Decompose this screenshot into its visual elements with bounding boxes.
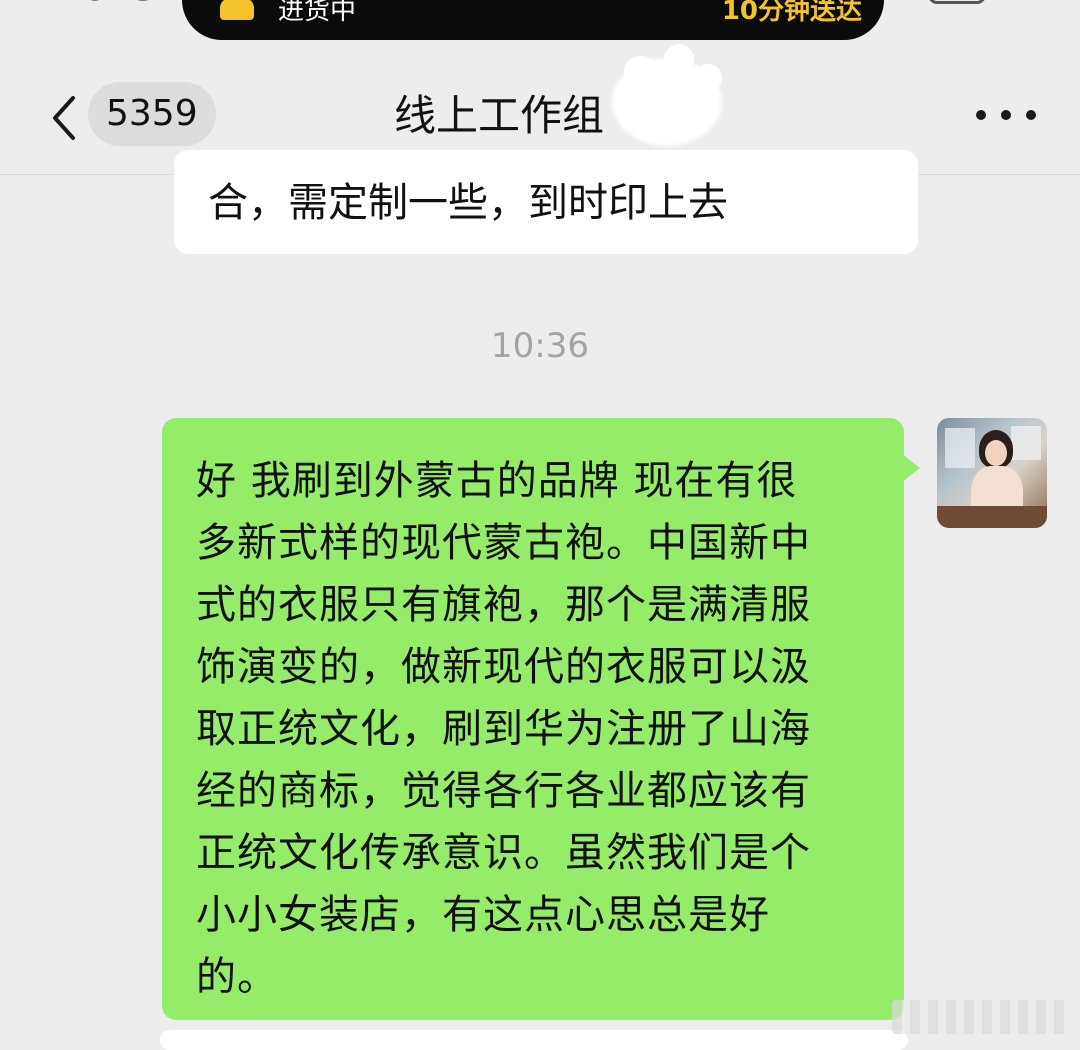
- message-line: 取正统文化，刷到华为注册了山海: [196, 706, 811, 752]
- incoming-message-bubble[interactable]: 合，需定制一些，到时印上去: [174, 150, 918, 254]
- avatar-detail: [985, 440, 1007, 466]
- more-dot: [1026, 110, 1036, 120]
- unread-count-badge[interactable]: 5359: [88, 82, 216, 146]
- back-button[interactable]: [38, 88, 90, 148]
- chat-title-text: 线上工作组: [394, 91, 605, 140]
- avatar-detail: [945, 428, 975, 468]
- message-line: 式的衣服只有旗袍，那个是满清服: [196, 582, 811, 628]
- live-activity-eta: 10分钟送达: [721, 0, 862, 26]
- message-line: 小小女装店，有这点心思总是好: [196, 892, 770, 938]
- battery-icon: [928, 0, 986, 4]
- message-line: 的。: [196, 954, 278, 1000]
- more-dot: [1001, 110, 1011, 120]
- message-line: 饰演变的，做新现代的衣服可以汲: [196, 644, 811, 690]
- redaction-blur: [640, 82, 670, 112]
- bubble-tail: [902, 454, 920, 482]
- delivery-car-icon: [220, 0, 254, 20]
- incoming-message-bubble[interactable]: [160, 1030, 908, 1050]
- chat-title[interactable]: 线上工作组: [394, 86, 604, 146]
- dynamic-island[interactable]: 进货中 10分钟送达: [182, 0, 884, 40]
- message-line: 多新式样的现代蒙古袍。中国新中: [196, 520, 811, 566]
- avatar-detail: [1011, 426, 1041, 460]
- watermark: [892, 1000, 1072, 1034]
- live-activity-label: 进货中: [278, 0, 357, 26]
- redaction-blur: [664, 44, 694, 74]
- status-time: 10:37: [48, 0, 193, 11]
- more-dot: [976, 110, 986, 120]
- avatar-detail: [937, 506, 1047, 528]
- outgoing-message-bubble[interactable]: 好 我刷到外蒙古的品牌 现在有很 多新式样的现代蒙古袍。中国新中 式的衣服只有旗…: [162, 418, 904, 1020]
- avatar[interactable]: [937, 418, 1047, 528]
- message-timestamp: 10:36: [491, 326, 589, 366]
- message-line: 经的商标，觉得各行各业都应该有: [196, 768, 811, 814]
- more-button[interactable]: [976, 100, 1036, 130]
- chevron-left-icon: [53, 96, 75, 140]
- redaction-blur: [694, 64, 722, 92]
- message-line: 正统文化传承意识。虽然我们是个: [196, 830, 811, 876]
- message-text: 合，需定制一些，到时印上去: [208, 180, 728, 226]
- message-line: 好 我刷到外蒙古的品牌 现在有很: [196, 458, 798, 504]
